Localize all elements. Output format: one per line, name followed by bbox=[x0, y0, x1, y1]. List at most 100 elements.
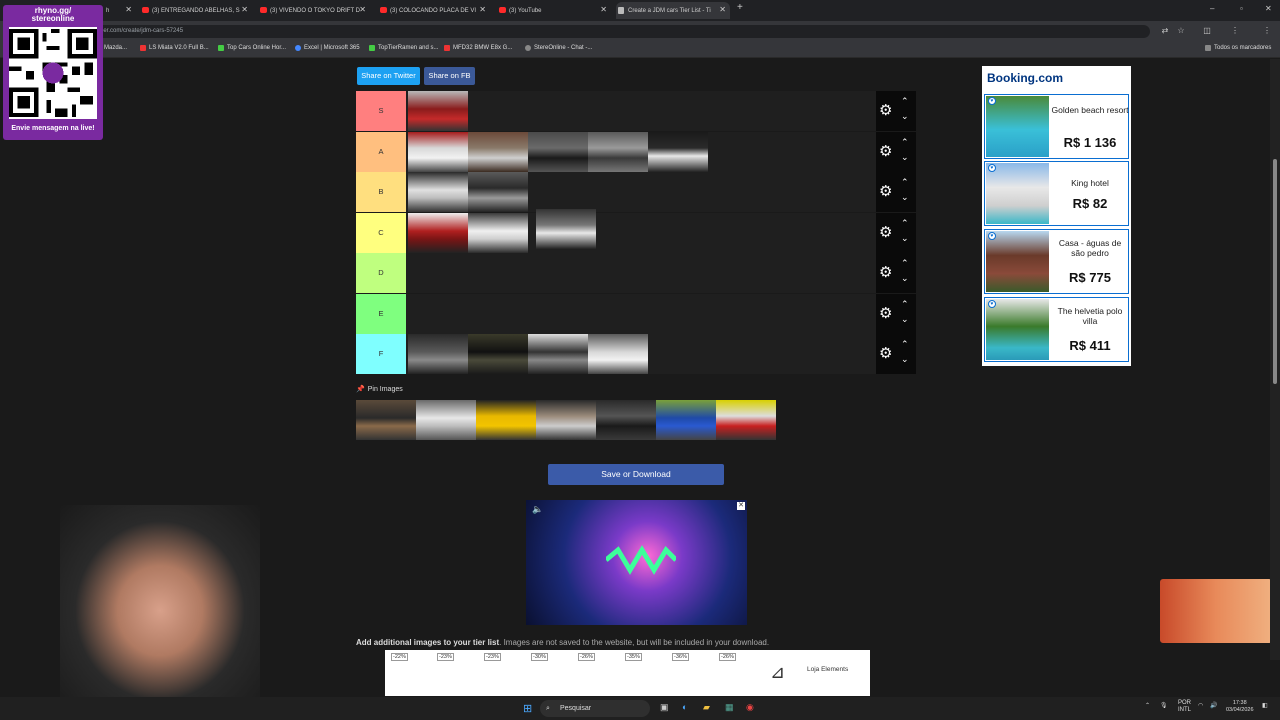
volume-icon[interactable]: 🔈 bbox=[532, 504, 543, 515]
tier-items[interactable] bbox=[408, 172, 528, 212]
car-image[interactable] bbox=[408, 91, 468, 131]
all-bookmarks[interactable]: Todos os marcadores bbox=[1205, 45, 1271, 51]
chevron-down-icon[interactable]: ⌄ bbox=[901, 192, 909, 203]
page-scrollbar[interactable] bbox=[1270, 59, 1280, 660]
new-tab-icon[interactable]: + bbox=[737, 2, 743, 13]
share-twitter-button[interactable]: Share on Twitter bbox=[357, 67, 420, 85]
scroll-thumb[interactable] bbox=[1273, 159, 1277, 384]
heart-icon[interactable]: ♥ bbox=[988, 164, 996, 172]
bookmark-item[interactable]: TopTierRamen and s... bbox=[369, 45, 438, 51]
mic-icon[interactable]: 🎙 bbox=[1160, 702, 1168, 709]
chevron-up-icon[interactable]: ⌃ bbox=[901, 299, 909, 310]
bottom-advertisement[interactable]: -22% -23% -23% -30% -26% -35% -36% -26% … bbox=[385, 650, 870, 696]
heart-icon[interactable]: ♥ bbox=[988, 97, 996, 105]
car-image[interactable] bbox=[408, 172, 468, 212]
heart-icon[interactable]: ♥ bbox=[988, 300, 996, 308]
close-icon[interactable]: ✕ bbox=[125, 5, 132, 14]
chair-product[interactable]: -30% bbox=[529, 653, 569, 695]
hotel-card[interactable]: ♥ King hotel R$ 82 bbox=[984, 161, 1129, 226]
chevron-up-icon[interactable]: ⌃ bbox=[901, 96, 909, 107]
car-image[interactable] bbox=[588, 131, 648, 172]
tier-label[interactable]: B bbox=[356, 172, 406, 212]
hotel-card[interactable]: ♥ Golden beach resort R$ 1 136 bbox=[984, 94, 1129, 159]
bookmark-item[interactable]: Excel | Microsoft 365 bbox=[295, 45, 360, 51]
edge-icon[interactable]: ◐ bbox=[682, 702, 687, 712]
tier-label[interactable]: D bbox=[356, 253, 406, 293]
car-image[interactable] bbox=[468, 212, 528, 253]
windows-start-icon[interactable]: ⊞ bbox=[523, 702, 532, 715]
bookmark-item[interactable]: Mazda... bbox=[104, 45, 127, 51]
system-clock[interactable]: 17:38 03/04/2026 bbox=[1226, 700, 1254, 714]
chevron-up-icon[interactable]: ⌃ bbox=[901, 339, 909, 350]
store-icon[interactable]: ▦ bbox=[725, 702, 734, 713]
car-image[interactable] bbox=[588, 334, 648, 374]
bookmark-item[interactable]: StereOnline - Chat -... bbox=[525, 45, 592, 51]
close-icon[interactable]: ✕ bbox=[359, 5, 366, 14]
url-field[interactable]: ler.com/create/jdm-cars-57245 bbox=[90, 25, 1150, 38]
car-image[interactable] bbox=[528, 131, 588, 172]
wifi-icon[interactable]: ◠ bbox=[1198, 702, 1203, 709]
car-image[interactable] bbox=[648, 131, 708, 172]
bookmark-item[interactable]: LS Miata V2.0 Full B... bbox=[140, 45, 209, 51]
car-image[interactable] bbox=[536, 208, 596, 249]
extensions-icon[interactable]: ◫ bbox=[1202, 26, 1212, 36]
chevron-down-icon[interactable]: ⌄ bbox=[901, 233, 909, 244]
chevron-down-icon[interactable]: ⌄ bbox=[901, 111, 909, 122]
close-icon[interactable]: ✕ bbox=[241, 5, 248, 14]
car-image[interactable] bbox=[716, 400, 776, 440]
tier-items[interactable] bbox=[408, 91, 468, 131]
chair-product[interactable]: -22% bbox=[389, 653, 429, 695]
close-icon[interactable]: ✕ bbox=[600, 5, 607, 14]
car-image[interactable] bbox=[408, 131, 468, 172]
gear-icon[interactable]: ⚙ bbox=[879, 306, 892, 321]
chair-product[interactable]: -36% bbox=[670, 653, 710, 695]
video-advertisement[interactable]: 🔈 ✕ bbox=[526, 500, 747, 625]
notification-icon[interactable]: ◧ bbox=[1262, 702, 1268, 709]
car-image[interactable] bbox=[596, 400, 656, 440]
translate-icon[interactable]: ⇄ bbox=[1160, 26, 1170, 36]
chevron-down-icon[interactable]: ⌄ bbox=[901, 273, 909, 284]
chrome-icon[interactable]: ◉ bbox=[746, 702, 754, 713]
chevron-up-icon[interactable]: ⌃ bbox=[901, 177, 909, 188]
gear-icon[interactable]: ⚙ bbox=[879, 184, 892, 199]
minimize-icon[interactable]: – bbox=[1210, 4, 1214, 13]
car-image[interactable] bbox=[416, 400, 476, 440]
gear-icon[interactable]: ⚙ bbox=[879, 103, 892, 118]
save-download-button[interactable]: Save or Download bbox=[548, 464, 724, 485]
car-image[interactable] bbox=[468, 131, 528, 172]
tier-label[interactable]: F bbox=[356, 334, 406, 374]
share-facebook-button[interactable]: Share on FB bbox=[424, 67, 475, 85]
car-image[interactable] bbox=[468, 172, 528, 212]
language-indicator[interactable]: POR INTL bbox=[1178, 700, 1191, 714]
browser-tab[interactable]: (3) VIVENDO O TOKYO DRIFT D ✕ bbox=[258, 2, 370, 19]
floating-ad[interactable] bbox=[1160, 579, 1272, 643]
tray-chevron-icon[interactable]: ⌃ bbox=[1145, 702, 1150, 709]
chair-product[interactable]: -26% bbox=[576, 653, 616, 695]
maximize-icon[interactable]: ▫ bbox=[1240, 4, 1243, 13]
car-image[interactable] bbox=[656, 400, 716, 440]
chair-product[interactable]: -23% bbox=[435, 653, 475, 695]
tier-label[interactable]: C bbox=[356, 212, 406, 253]
bookmark-item[interactable]: Top Cars Online Hor... bbox=[218, 45, 286, 51]
taskbar-search[interactable]: ⌕ Pesquisar bbox=[540, 700, 650, 717]
tier-label[interactable]: A bbox=[356, 131, 406, 172]
chevron-up-icon[interactable]: ⌃ bbox=[901, 258, 909, 269]
browser-tab-active[interactable]: Create a JDM cars Tier List - Ti ✕ bbox=[616, 2, 730, 19]
close-icon[interactable]: ✕ bbox=[719, 5, 726, 14]
gear-icon[interactable]: ⚙ bbox=[879, 225, 892, 240]
car-image[interactable] bbox=[468, 334, 528, 374]
tier-label[interactable]: S bbox=[356, 91, 406, 131]
volume-icon[interactable]: 🔊 bbox=[1210, 702, 1217, 709]
folder-icon[interactable]: ▰ bbox=[703, 702, 710, 713]
hotel-card[interactable]: ♥ Casa - águas de são pedro R$ 775 bbox=[984, 229, 1129, 294]
tier-label[interactable]: E bbox=[356, 293, 406, 334]
browser-tab[interactable]: (3) COLOCANDO PLACA DE VI ✕ bbox=[378, 2, 490, 19]
car-image[interactable] bbox=[356, 400, 416, 440]
chevron-up-icon[interactable]: ⌃ bbox=[901, 137, 909, 148]
car-image[interactable] bbox=[408, 212, 468, 253]
browser-tab[interactable]: (3) YouTube ✕ bbox=[497, 2, 611, 19]
more-icon[interactable]: ⋮ bbox=[1262, 26, 1272, 36]
menu-icon[interactable]: ⋮ bbox=[1230, 26, 1240, 36]
car-image[interactable] bbox=[408, 334, 468, 374]
close-icon[interactable]: ✕ bbox=[479, 5, 486, 14]
